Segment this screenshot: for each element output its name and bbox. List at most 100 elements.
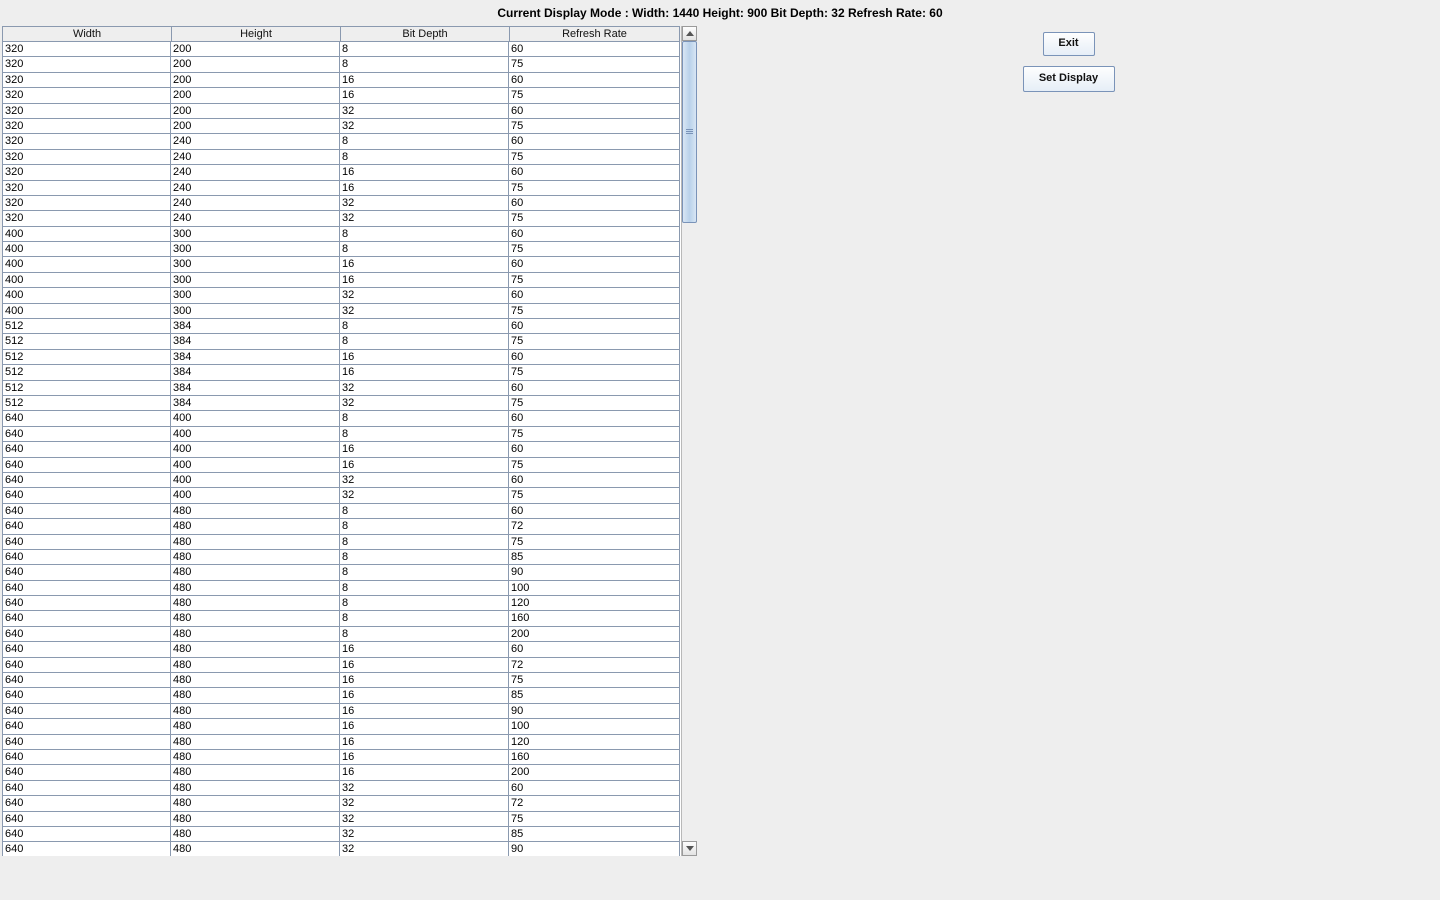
table-cell: 60: [509, 411, 680, 426]
table-row[interactable]: 400300860: [2, 227, 680, 242]
table-cell: 480: [171, 796, 340, 811]
table-cell: 8: [340, 565, 509, 580]
table-cell: 16: [340, 73, 509, 88]
vertical-scrollbar[interactable]: [681, 26, 697, 856]
table-row[interactable]: 6404803275: [2, 812, 680, 827]
table-cell: 85: [509, 550, 680, 565]
table-cell: 640: [2, 427, 171, 442]
table-row[interactable]: 320240860: [2, 134, 680, 149]
table-row[interactable]: 6404803290: [2, 842, 680, 856]
table-row[interactable]: 6404801660: [2, 642, 680, 657]
column-header-width[interactable]: Width: [2, 26, 171, 42]
table-cell: 72: [509, 658, 680, 673]
table-cell: 480: [171, 781, 340, 796]
table-row[interactable]: 64048016200: [2, 765, 680, 780]
table-row[interactable]: 640480872: [2, 519, 680, 534]
table-cell: 480: [171, 812, 340, 827]
table-row[interactable]: 4003001660: [2, 257, 680, 272]
table-row[interactable]: 4003001675: [2, 273, 680, 288]
table-row[interactable]: 320200875: [2, 57, 680, 72]
table-cell: 8: [340, 611, 509, 626]
table-row[interactable]: 640480860: [2, 504, 680, 519]
table-cell: 640: [2, 442, 171, 457]
table-cell: 8: [340, 134, 509, 149]
table-row[interactable]: 6404808100: [2, 581, 680, 596]
table-row[interactable]: 6404808200: [2, 627, 680, 642]
table-cell: 200: [171, 42, 340, 57]
table-row[interactable]: 512384860: [2, 319, 680, 334]
table-row[interactable]: 6404801672: [2, 658, 680, 673]
table-row[interactable]: 3202003275: [2, 119, 680, 134]
table-row[interactable]: 3202403275: [2, 211, 680, 226]
table-cell: 75: [509, 211, 680, 226]
table-row[interactable]: 64048016160: [2, 750, 680, 765]
table-row[interactable]: 6404803260: [2, 781, 680, 796]
table-cell: 400: [171, 442, 340, 457]
table-row[interactable]: 3202403260: [2, 196, 680, 211]
table-row[interactable]: 512384875: [2, 334, 680, 349]
table-row[interactable]: 6404801690: [2, 704, 680, 719]
table-cell: 16: [340, 765, 509, 780]
table-row[interactable]: 640480885: [2, 550, 680, 565]
table-cell: 300: [171, 288, 340, 303]
table-cell: 75: [509, 334, 680, 349]
scrollbar-track[interactable]: [682, 41, 697, 841]
table-row[interactable]: 400300875: [2, 242, 680, 257]
table-cell: 320: [2, 211, 171, 226]
scrollbar-thumb[interactable]: [682, 41, 697, 223]
table-row[interactable]: 640400860: [2, 411, 680, 426]
table-row[interactable]: 5123841660: [2, 350, 680, 365]
table-cell: 160: [509, 611, 680, 626]
table-row[interactable]: 64048016100: [2, 719, 680, 734]
column-header-height[interactable]: Height: [171, 26, 340, 42]
table-row[interactable]: 6404808120: [2, 596, 680, 611]
table-row[interactable]: 3202001660: [2, 73, 680, 88]
column-header-bit-depth[interactable]: Bit Depth: [340, 26, 509, 42]
table-row[interactable]: 6404801675: [2, 673, 680, 688]
table-row[interactable]: 6404803285: [2, 827, 680, 842]
table-row[interactable]: 640400875: [2, 427, 680, 442]
table-row[interactable]: 6404801685: [2, 688, 680, 703]
set-display-button[interactable]: Set Display: [1023, 66, 1115, 92]
table-cell: 16: [340, 165, 509, 180]
table-row[interactable]: 6404001675: [2, 458, 680, 473]
table-cell: 75: [509, 304, 680, 319]
table-header: Width Height Bit Depth Refresh Rate: [2, 26, 681, 42]
table-row[interactable]: 5123843275: [2, 396, 680, 411]
table-row[interactable]: 640480875: [2, 535, 680, 550]
table-cell: 300: [171, 227, 340, 242]
table-row[interactable]: 5123843260: [2, 381, 680, 396]
table-cell: 75: [509, 365, 680, 380]
table-cell: 16: [340, 442, 509, 457]
table-row[interactable]: 320240875: [2, 150, 680, 165]
table-cell: 32: [340, 119, 509, 134]
table-cell: 480: [171, 535, 340, 550]
table-cell: 480: [171, 673, 340, 688]
table-row[interactable]: 6404803272: [2, 796, 680, 811]
table-row[interactable]: 6404001660: [2, 442, 680, 457]
table-body[interactable]: 3202008603202008753202001660320200167532…: [2, 42, 696, 856]
table-row[interactable]: 4003003275: [2, 304, 680, 319]
table-cell: 75: [509, 150, 680, 165]
table-row[interactable]: 64048016120: [2, 735, 680, 750]
table-cell: 300: [171, 304, 340, 319]
table-row[interactable]: 3202401675: [2, 181, 680, 196]
table-cell: 320: [2, 104, 171, 119]
table-row[interactable]: 4003003260: [2, 288, 680, 303]
table-row[interactable]: 3202003260: [2, 104, 680, 119]
column-header-refresh-rate[interactable]: Refresh Rate: [509, 26, 680, 42]
table-row[interactable]: 320200860: [2, 42, 680, 57]
table-row[interactable]: 5123841675: [2, 365, 680, 380]
table-row[interactable]: 6404003275: [2, 488, 680, 503]
table-cell: 480: [171, 550, 340, 565]
table-cell: 640: [2, 812, 171, 827]
table-row[interactable]: 3202401660: [2, 165, 680, 180]
table-row[interactable]: 3202001675: [2, 88, 680, 103]
scroll-down-button[interactable]: [682, 841, 697, 856]
scroll-up-button[interactable]: [682, 26, 697, 41]
table-row[interactable]: 6404003260: [2, 473, 680, 488]
table-row[interactable]: 640480890: [2, 565, 680, 580]
table-cell: 480: [171, 719, 340, 734]
exit-button[interactable]: Exit: [1043, 32, 1095, 56]
table-row[interactable]: 6404808160: [2, 611, 680, 626]
